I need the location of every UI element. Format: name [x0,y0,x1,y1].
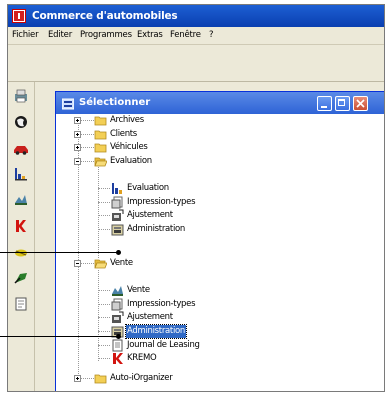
minimize-icon [321,106,327,108]
close-button[interactable] [353,96,368,111]
tree-item-journal-de-leasing[interactable]: Journal de Leasing [56,339,256,352]
tree-item-label: Impression-types [127,299,196,309]
select-dialog: Sélectionner Archives Clients Véhicules … [55,91,384,391]
tree-item-label: Ajustement [127,312,173,322]
expand-toggle[interactable] [74,117,81,124]
print-types-icon [111,196,124,209]
folder-open-icon [94,155,108,168]
menu-fichier[interactable]: Fichier [12,30,39,41]
menu-extras[interactable]: Extras [137,30,163,41]
folder-icon [94,128,107,141]
menu-help[interactable]: ? [209,30,214,41]
tree-item-ajustement[interactable]: Ajustement [56,209,256,222]
expand-toggle[interactable] [74,131,81,138]
chart-icon[interactable] [13,166,29,182]
tree-item-clients[interactable]: Clients [56,128,256,141]
adjust-icon [111,209,124,222]
tree-item-administration[interactable]: Administration [56,223,256,236]
journal-icon [111,339,124,352]
app-logo-icon [12,9,26,23]
adjust-icon [111,311,124,324]
tree-item-evaluation[interactable]: Evaluation [56,182,256,195]
tree-item-label: Administration [127,224,185,234]
application-window: Commerce d'automobiles Fichier Editer Pr… [7,4,385,392]
k-icon[interactable] [13,218,29,234]
tree-item-evaluation-folder[interactable]: Evaluation [56,155,256,168]
menu-editer[interactable]: Editer [48,30,72,41]
wrench-icon[interactable] [13,192,29,208]
folder-icon [94,114,107,127]
tree-item-label: Vente [127,285,150,295]
document-icon[interactable] [13,296,29,312]
collapse-toggle[interactable] [74,158,81,165]
app-titlebar[interactable]: Commerce d'automobiles [8,5,384,27]
globe-icon[interactable] [13,114,29,130]
expand-toggle[interactable] [74,375,81,382]
k-icon [111,352,124,365]
callout-dot-1 [116,250,121,255]
car-icon[interactable] [13,140,29,156]
tree-item-archives[interactable]: Archives [56,114,256,127]
collapse-toggle[interactable] [74,260,81,267]
dialog-titlebar[interactable]: Sélectionner [56,92,384,114]
tree-item-impression-types[interactable]: Impression-types [56,298,256,311]
callout-dot-2 [116,334,121,339]
paint-icon[interactable] [13,270,29,286]
tree-item-label: KREMO [127,353,157,363]
callout-line-2 [0,336,118,337]
folder-tree: Archives Clients Véhicules Evaluation Ev… [56,114,384,391]
dialog-title: Sélectionner [79,97,151,108]
tree-item-label: Evaluation [127,183,169,193]
left-toolbar [8,82,35,391]
tree-item-kremo[interactable]: KREMO [56,352,256,365]
tree-item-label: Auto-iOrganizer [110,373,173,383]
tree-item-impression-types[interactable]: Impression-types [56,196,256,209]
tree-item-label: Evaluation [110,156,152,166]
tree-window-icon [61,97,75,110]
close-icon [356,99,365,108]
folder-icon [94,372,107,385]
tree-item-label: Vente [110,258,133,268]
tree-item-label: Impression-types [127,197,196,207]
toolbar-area [8,45,384,82]
tree-item-vente[interactable]: Vente [56,284,256,297]
admin-icon [111,223,124,236]
tree-item-label: Administration [125,324,187,339]
printer-icon[interactable] [13,88,29,104]
expand-toggle[interactable] [74,144,81,151]
maximize-button[interactable] [335,96,350,111]
tree-item-label: Ajustement [127,210,173,220]
tree-item-auto-iorganizer[interactable]: Auto-iOrganizer [56,372,256,385]
tree-item-label: Archives [110,115,144,125]
callout-line-1 [0,252,118,253]
tree-item-ajustement[interactable]: Ajustement [56,311,256,324]
minimize-button[interactable] [317,96,332,111]
tree-item-label: Clients [110,129,137,139]
menu-bar: Fichier Editer Programmes Extras Fenêtre… [8,27,384,45]
chart-icon [111,182,124,195]
sale-icon [111,284,124,297]
folder-open-icon [94,257,108,270]
tree-item-vehicules[interactable]: Véhicules [56,141,256,154]
print-types-icon [111,298,124,311]
app-title: Commerce d'automobiles [32,10,178,22]
menu-fenetre[interactable]: Fenêtre [170,30,201,41]
menu-programmes[interactable]: Programmes [80,30,132,41]
tree-item-label: Journal de Leasing [127,340,200,350]
folder-icon [94,141,107,154]
tree-item-vente-folder[interactable]: Vente [56,257,256,270]
tree-item-label: Véhicules [110,142,148,152]
maximize-icon [338,99,345,106]
